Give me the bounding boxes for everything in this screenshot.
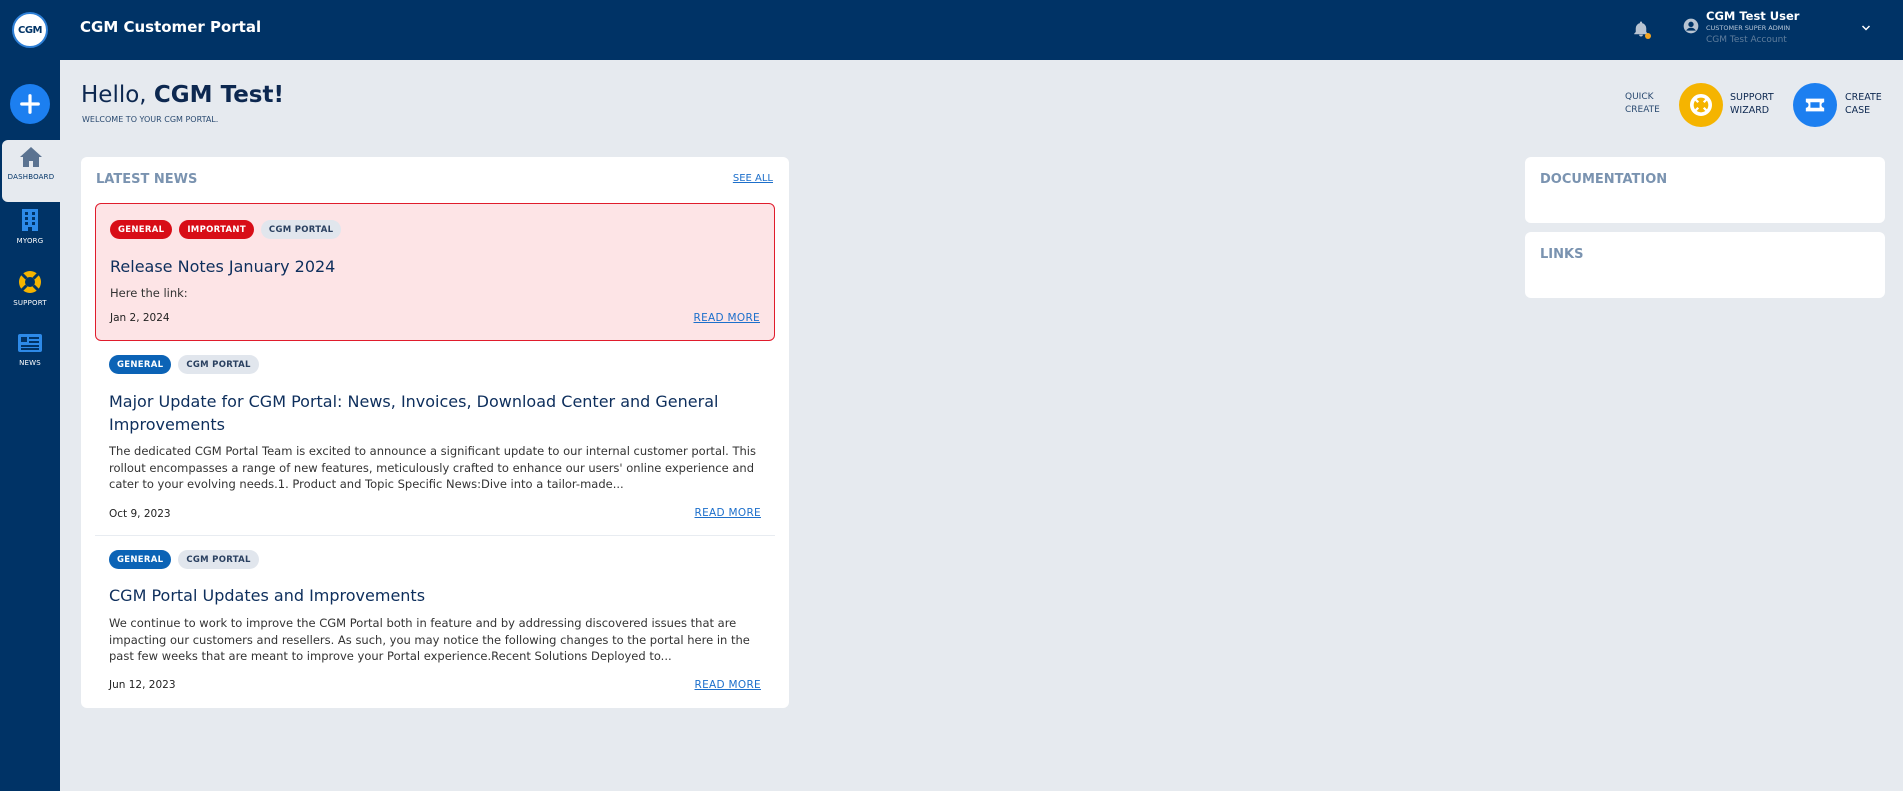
user-name[interactable]: CGM Test User — [1706, 9, 1799, 23]
links-card: LINKS — [1525, 232, 1885, 298]
greeting: Hello, CGM Test! — [81, 82, 284, 108]
badge-general[interactable]: GENERAL — [109, 550, 172, 569]
newspaper-icon — [18, 334, 42, 352]
app-title: CGM Customer Portal — [80, 18, 262, 36]
sidebar: DASHBOARD MYORG SUPPORT NEWS — [0, 60, 60, 791]
sidebar-item-label: SUPPORT — [13, 299, 47, 307]
support-wizard-label-line1: SUPPORT — [1730, 92, 1774, 103]
sidebar-item-dashboard[interactable]: DASHBOARD — [2, 140, 60, 202]
logo-text: CGM — [18, 24, 43, 36]
building-icon — [22, 209, 38, 231]
news-body: Here the link: — [110, 286, 188, 300]
news-badges: GENERAL IMPORTANT CGM PORTAL — [110, 220, 342, 239]
news-title[interactable]: CGM Portal Updates and Improvements — [109, 584, 759, 607]
greeting-name: CGM Test! — [153, 82, 284, 108]
documentation-title: DOCUMENTATION — [1540, 172, 1668, 187]
cgm-logo[interactable]: CGM — [12, 12, 48, 48]
news-body: We continue to work to improve the CGM P… — [109, 616, 750, 663]
latest-news-card: LATEST NEWS SEE ALL GENERAL IMPORTANT CG… — [81, 157, 789, 708]
sidebar-item-label: NEWS — [19, 359, 41, 367]
create-case-label[interactable]: CREATE CASE — [1845, 91, 1882, 117]
badge-cgm-portal[interactable]: CGM PORTAL — [260, 220, 342, 239]
support-wizard-button[interactable] — [1679, 83, 1723, 127]
create-case-label-line1: CREATE — [1845, 92, 1882, 103]
news-item: GENERAL IMPORTANT CGM PORTAL Release Not… — [95, 203, 775, 341]
news-badges: GENERAL CGM PORTAL — [109, 355, 259, 374]
sidebar-item-news[interactable]: NEWS — [0, 326, 60, 388]
news-title[interactable]: Release Notes January 2024 — [110, 255, 760, 278]
notification-dot — [1645, 33, 1651, 39]
see-all-link[interactable]: SEE ALL — [733, 173, 773, 184]
news-item: GENERAL CGM PORTAL CGM Portal Updates an… — [95, 538, 775, 706]
badge-cgm-portal[interactable]: CGM PORTAL — [178, 355, 259, 374]
news-date: Jan 2, 2024 — [110, 312, 170, 324]
documentation-card: DOCUMENTATION — [1525, 157, 1885, 223]
add-button[interactable] — [10, 84, 50, 124]
welcome-text: WELCOME TO YOUR CGM PORTAL. — [82, 115, 219, 124]
sidebar-item-label: DASHBOARD — [7, 173, 55, 181]
news-body: The dedicated CGM Portal Team is excited… — [109, 444, 756, 491]
read-more-link[interactable]: READ MORE — [695, 507, 762, 519]
create-case-button[interactable] — [1793, 83, 1837, 127]
news-badges: GENERAL CGM PORTAL — [109, 550, 259, 569]
news-date: Oct 9, 2023 — [109, 508, 171, 520]
user-circle-icon[interactable] — [1683, 18, 1699, 34]
badge-general[interactable]: GENERAL — [110, 220, 173, 239]
read-more-link[interactable]: READ MORE — [694, 312, 761, 324]
divider — [95, 535, 775, 536]
news-date: Jun 12, 2023 — [109, 679, 176, 691]
support-wizard-label-line2: WIZARD — [1730, 105, 1770, 116]
quick-create-label-line1: QUICK — [1625, 92, 1654, 102]
latest-news-title: LATEST NEWS — [96, 172, 198, 187]
create-case-label-line2: CASE — [1845, 105, 1871, 116]
chevron-down-icon[interactable] — [1860, 22, 1872, 34]
lifebuoy-icon — [19, 271, 41, 293]
badge-cgm-portal[interactable]: CGM PORTAL — [178, 550, 259, 569]
quick-create-label-line2: CREATE — [1625, 105, 1660, 115]
news-item: GENERAL CGM PORTAL Major Update for CGM … — [95, 343, 775, 536]
news-title[interactable]: Major Update for CGM Portal: News, Invoi… — [109, 390, 759, 436]
badge-important[interactable]: IMPORTANT — [179, 220, 254, 239]
greeting-hello: Hello, — [81, 82, 154, 108]
sidebar-item-label: MYORG — [16, 237, 44, 245]
ticket-icon — [1805, 98, 1825, 112]
read-more-link[interactable]: READ MORE — [695, 679, 762, 691]
sidebar-item-myorg[interactable]: MYORG — [0, 202, 60, 264]
lifebuoy-icon — [1690, 94, 1712, 116]
plus-icon — [20, 94, 40, 114]
user-account: CGM Test Account — [1706, 35, 1787, 45]
support-wizard-label[interactable]: SUPPORT WIZARD — [1730, 91, 1774, 117]
user-role: CUSTOMER SUPER ADMIN — [1706, 24, 1791, 32]
links-title: LINKS — [1540, 247, 1584, 262]
top-bar: CGM CGM Customer Portal CGM Test User CU… — [0, 0, 1903, 60]
badge-general[interactable]: GENERAL — [109, 355, 172, 374]
sidebar-item-support[interactable]: SUPPORT — [0, 264, 60, 326]
quick-create-label: QUICK CREATE — [1625, 91, 1660, 117]
home-icon — [20, 147, 42, 167]
